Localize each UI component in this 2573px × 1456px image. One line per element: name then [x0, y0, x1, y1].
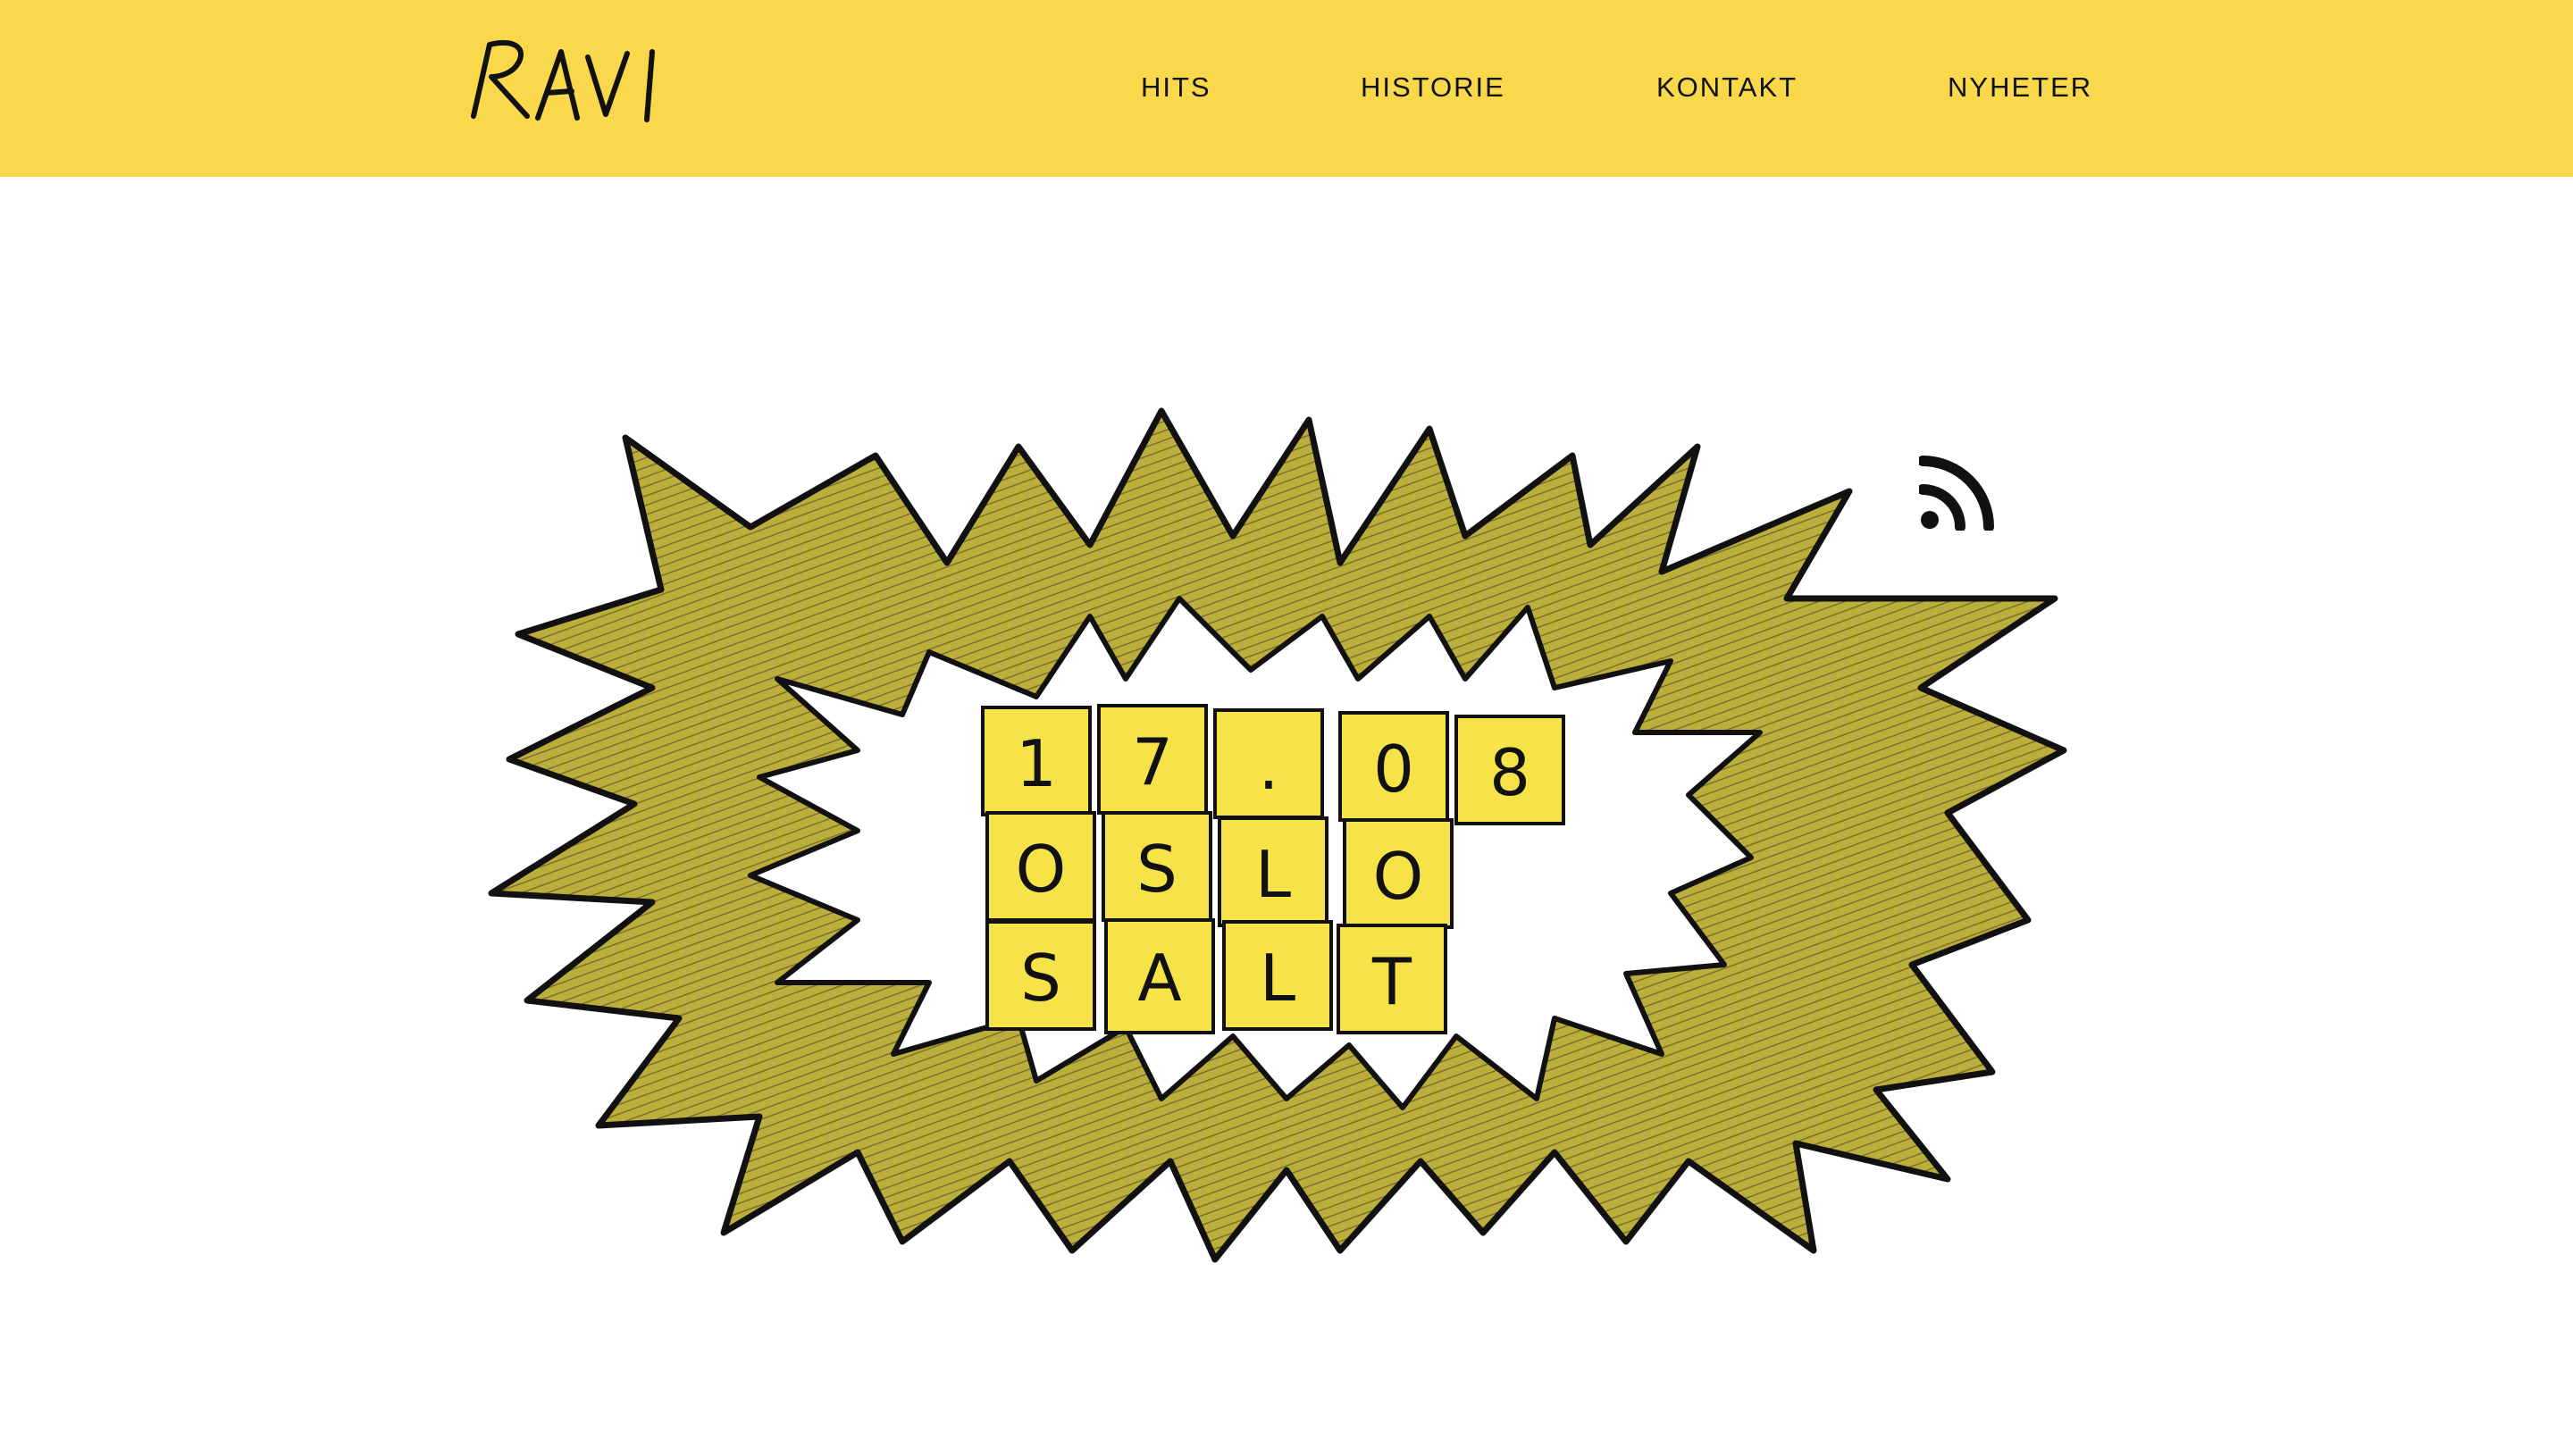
tile-row-2: O S L O [985, 811, 1454, 929]
tile-o1: O [1016, 832, 1067, 907]
tile-8: 8 [1489, 735, 1530, 810]
tile-s2: S [1020, 941, 1061, 1016]
hero-illustration: 1 7 . 0 8 O S L O S A L T [482, 393, 2108, 1268]
nav-nyheter[interactable]: NYHETER [1948, 71, 2092, 104]
tile-s1: S [1136, 832, 1178, 907]
nav-hits[interactable]: HITS [1141, 71, 1211, 104]
tile-7: 7 [1132, 724, 1173, 799]
tile-0: 0 [1373, 732, 1414, 807]
ravi-logo-icon [471, 39, 655, 122]
tile-t: T [1371, 944, 1412, 1019]
rss-feed-icon [1919, 456, 1994, 531]
explosion-burst-icon: 1 7 . 0 8 O S L O S A L T [488, 407, 2067, 1263]
tile-o2: O [1373, 839, 1424, 914]
tile-a: A [1137, 941, 1181, 1016]
nav-historie[interactable]: HISTORIE [1361, 71, 1505, 104]
logo-link[interactable] [465, 34, 670, 127]
rss-feed-button[interactable] [1919, 454, 1996, 531]
site-header: HITS HISTORIE KONTAKT NYHETER [0, 0, 2573, 177]
tile-row-1: 1 7 . 0 8 [981, 704, 1565, 825]
tile-dot: . [1259, 729, 1279, 804]
nav-kontakt[interactable]: KONTAKT [1656, 71, 1798, 104]
tile-1: 1 [1016, 726, 1057, 801]
tile-l1: L [1255, 837, 1291, 912]
tile-l2: L [1260, 941, 1295, 1016]
